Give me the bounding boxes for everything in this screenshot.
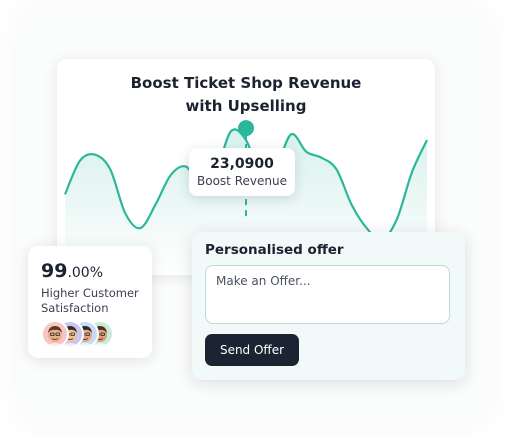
satisfaction-value-decimal: .00% [67,265,104,281]
chart-title-line-1: Boost Ticket Shop Revenue [130,74,362,92]
chart-title-line-2: with Upselling [185,97,307,115]
highlight-point [238,120,254,137]
offer-input[interactable] [205,265,450,324]
send-offer-button[interactable]: Send Offer [205,334,299,366]
revenue-tooltip: 23,0900 Boost Revenue [189,148,295,196]
satisfaction-value-main: 99 [41,260,68,282]
tooltip-value: 23,0900 [210,156,274,172]
personalised-offer-card: Personalised offer Send Offer [192,232,465,380]
satisfaction-label: Higher Customer Satisfaction [41,286,139,315]
tooltip-label: Boost Revenue [197,174,287,188]
avatar-1-icon [41,320,69,348]
satisfaction-value: 99.00% [41,260,103,282]
offer-title: Personalised offer [205,242,344,258]
chart-title: Boost Ticket Shop Revenue with Upselling [57,72,435,118]
satisfaction-card: 99.00% Higher Customer Satisfaction [28,246,152,358]
stage: Boost Ticket Shop Revenue with Upselling… [0,0,512,438]
